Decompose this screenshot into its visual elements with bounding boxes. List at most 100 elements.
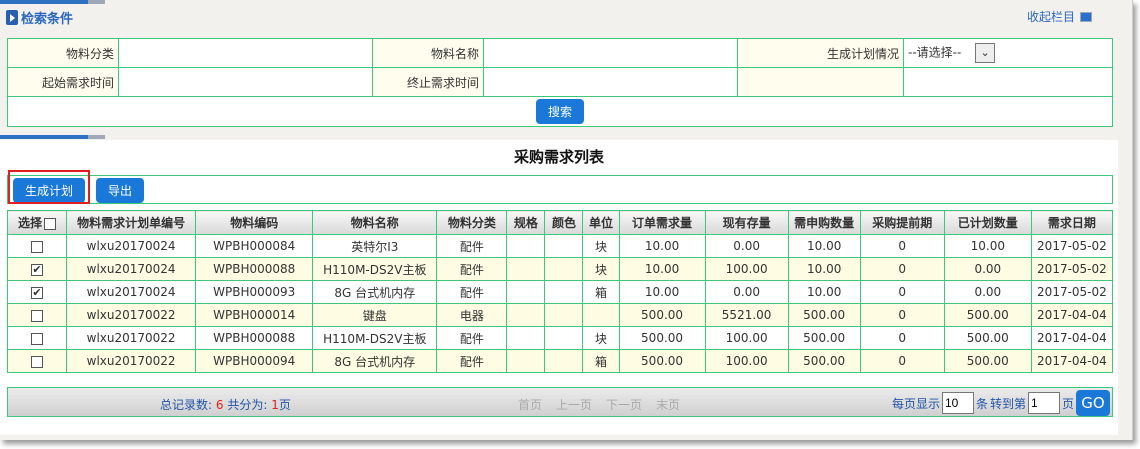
first-page-link[interactable]: 首页 <box>518 396 542 413</box>
table-cell: 块 <box>582 326 620 350</box>
list-title: 采购需求列表 <box>513 148 604 166</box>
column-header: 单位 <box>582 210 620 235</box>
page-unit: 页 <box>278 398 291 412</box>
goto-unit: 页 <box>1061 396 1074 411</box>
table-cell <box>506 257 546 281</box>
next-page-link[interactable]: 下一页 <box>606 396 642 413</box>
section-bar <box>0 0 105 4</box>
table-row[interactable]: wlxu20170022 WPBH000094 8G 台式机内存 配件箱 500.00 1… <box>6 349 1114 373</box>
table-cell: 500.00 <box>618 326 706 350</box>
table-cell: 500.00 <box>787 326 861 350</box>
table-cell: 500.00 <box>943 349 1032 373</box>
table-cell: WPBH000088 <box>195 326 314 350</box>
goto-label: 转到第 <box>989 396 1026 411</box>
column-header: 需求日期 <box>1030 210 1114 235</box>
per-page-input[interactable] <box>941 392 974 414</box>
table-cell: 0 <box>859 326 945 350</box>
start-time-label: 起始需求时间 <box>7 67 119 97</box>
table-cell: 2017-05-02 <box>1030 280 1114 304</box>
name-input[interactable] <box>483 38 738 68</box>
table-cell: 英特尔I3 <box>312 234 438 258</box>
page-panel: 检索条件 收起栏目 物料分类 物料名称 生成计划情况 --请选择-- ⌄ 起始需… <box>0 0 1133 440</box>
column-header: 需申购数量 <box>787 210 861 235</box>
select-cell: ✔ <box>6 257 68 281</box>
table-cell: 500.00 <box>943 326 1032 350</box>
table-row[interactable]: ✔ wlxu20170024 WPBH000093 8G 台式机内存 配件箱 10.00 0… <box>6 280 1114 304</box>
table-cell: wlxu20170022 <box>66 326 197 350</box>
table-cell: 10.00 <box>787 280 861 304</box>
row-checkbox[interactable] <box>31 309 44 322</box>
select-cell <box>6 234 68 258</box>
prev-page-link[interactable]: 上一页 <box>556 396 592 413</box>
table-cell <box>544 234 584 258</box>
row-checkbox[interactable]: ✔ <box>31 263 44 276</box>
total-count: 6 <box>215 398 224 412</box>
table-cell: 配件 <box>436 349 508 373</box>
table-cell <box>506 303 546 327</box>
column-header-label: 采购提前期 <box>872 216 933 230</box>
total-label: 总记录数: <box>160 398 213 412</box>
export-button[interactable]: 导出 <box>96 178 145 203</box>
table-cell: 500.00 <box>618 303 706 327</box>
pages-label: 共分为: <box>227 398 268 412</box>
table-row[interactable]: wlxu20170022 WPBH000014 键盘 电器 500.00 5521.00 5… <box>6 303 1114 327</box>
table-row[interactable]: wlxu20170022 WPBH000088 H110M-DS2V主板 配件块 500… <box>6 326 1114 350</box>
column-header: 规格 <box>506 210 546 235</box>
table-cell: wlxu20170022 <box>66 303 197 327</box>
table-cell: 0 <box>859 257 945 281</box>
table-cell: wlxu20170024 <box>66 280 197 304</box>
goto-page-input[interactable] <box>1027 392 1060 414</box>
table-cell: 5521.00 <box>704 303 789 327</box>
go-button[interactable]: GO <box>1076 390 1110 416</box>
row-checkbox[interactable]: ✔ <box>31 286 44 299</box>
per-page-label: 每页显示 <box>891 396 940 411</box>
column-header-label: 物料编码 <box>230 216 279 230</box>
table-cell <box>544 326 584 350</box>
row-checkbox[interactable] <box>31 355 44 368</box>
table-cell: WPBH000088 <box>195 257 314 281</box>
demand-table: 选择 物料需求计划单编号 物料编码 物料名称 物料分类 规格 颜色 单位 订单需求量 现有存量 需申… <box>6 210 1114 373</box>
table-cell: 配件 <box>436 257 508 281</box>
table-cell: 8G 台式机内存 <box>312 280 438 304</box>
table-cell: 箱 <box>582 349 620 373</box>
start-time-input[interactable] <box>118 67 373 97</box>
table-cell: 10.00 <box>787 257 861 281</box>
column-header: 已计划数量 <box>943 210 1032 235</box>
table-cell: WPBH000014 <box>195 303 314 327</box>
table-cell: 块 <box>582 234 620 258</box>
search-form: 物料分类 物料名称 生成计划情况 --请选择-- ⌄ 起始需求时间 终止需求时间… <box>7 38 1113 127</box>
last-page-link[interactable]: 末页 <box>656 396 680 413</box>
table-row[interactable]: wlxu20170024 WPBH000084 英特尔I3 配件块 10.00 0.00 1… <box>6 234 1114 258</box>
table-cell: 配件 <box>436 234 508 258</box>
section-bar <box>0 135 105 139</box>
collapse-section-button[interactable]: 收起栏目 <box>1027 8 1092 25</box>
table-cell <box>544 303 584 327</box>
table-cell: 2017-05-02 <box>1030 234 1114 258</box>
table-cell: H110M-DS2V主板 <box>312 257 438 281</box>
table-cell: wlxu20170024 <box>66 257 197 281</box>
select-all-checkbox[interactable] <box>44 217 57 230</box>
collapse-label: 收起栏目 <box>1026 10 1075 24</box>
table-cell: 500.00 <box>943 303 1032 327</box>
table-cell: 0 <box>859 349 945 373</box>
pager: 总记录数: 6 共分为: 1页 首页 上一页 下一页 末页 每页显示 条 转到第… <box>7 387 1113 417</box>
row-checkbox[interactable] <box>31 240 44 253</box>
chevron-down-icon[interactable]: ⌄ <box>975 43 996 63</box>
table-cell <box>544 257 584 281</box>
table-cell: 0.00 <box>943 280 1032 304</box>
end-time-input[interactable] <box>483 67 738 97</box>
row-checkbox[interactable] <box>31 332 44 345</box>
category-input[interactable] <box>118 38 373 68</box>
search-section-title: 检索条件 <box>21 12 74 27</box>
table-cell: WPBH000084 <box>195 234 314 258</box>
name-label: 物料名称 <box>372 38 484 68</box>
toolbar: 生成计划 导出 <box>7 175 1113 204</box>
table-row[interactable]: ✔ wlxu20170024 WPBH000088 H110M-DS2V主板 配件块 10… <box>6 257 1114 281</box>
page-count: 1 <box>271 398 279 412</box>
table-cell: 500.00 <box>618 349 706 373</box>
plan-status-select[interactable]: --请选择-- ⌄ <box>903 38 1113 68</box>
column-header: 物料需求计划单编号 <box>66 210 197 235</box>
select-cell <box>6 303 68 327</box>
plan-status-value: --请选择-- <box>908 45 962 60</box>
search-button[interactable]: 搜索 <box>535 99 584 124</box>
